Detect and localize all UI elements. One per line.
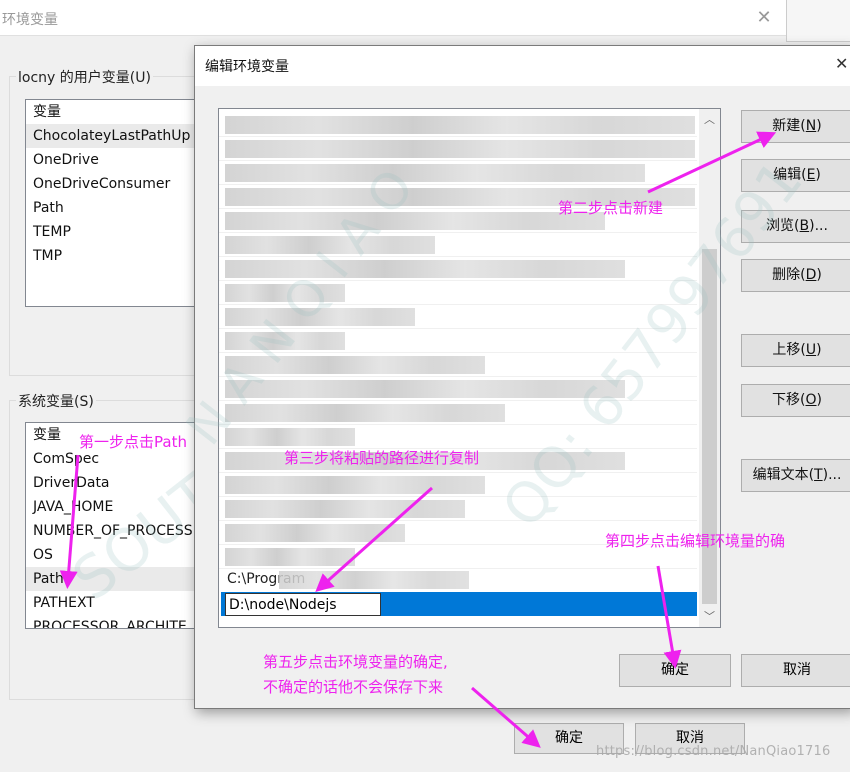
user-variables-label: locny 的用户变量(U): [16, 67, 153, 87]
path-entry[interactable]: [219, 257, 697, 281]
edit-environment-variable-dialog: 编辑环境变量 ✕ C:\Program ︿ ﹀ 新建(N) 编辑(E): [194, 45, 850, 709]
list-item[interactable]: TMP: [26, 244, 204, 268]
new-button[interactable]: 新建(N): [741, 110, 850, 143]
path-entry[interactable]: [219, 353, 697, 377]
annotation-step3: 第三步将粘贴的路径进行复制: [284, 449, 480, 467]
list-item[interactable]: PROCESSOR_ARCHITE: [26, 615, 204, 628]
path-entry[interactable]: [219, 425, 697, 449]
dialog-cancel-button[interactable]: 取消: [741, 654, 850, 687]
annotation-step5-line1: 第五步点击环境变量的确定,: [263, 653, 448, 671]
background-window-edge: [786, 0, 850, 42]
csdn-watermark: https://blog.csdn.net/NanQiao1716: [596, 744, 831, 759]
edit-text-button[interactable]: 编辑文本(T)...: [741, 459, 850, 492]
path-entry[interactable]: [219, 329, 697, 353]
list-item[interactable]: DriverData: [26, 471, 204, 495]
scroll-up-icon[interactable]: ︿: [699, 111, 720, 128]
close-icon[interactable]: ✕: [835, 54, 848, 73]
path-entry[interactable]: [219, 497, 697, 521]
path-entry[interactable]: [219, 233, 697, 257]
list-header[interactable]: 变量: [26, 100, 204, 124]
move-down-button[interactable]: 下移(O): [741, 384, 850, 417]
list-item[interactable]: OS: [26, 543, 204, 567]
annotation-step1: 第一步点击Path: [79, 433, 187, 451]
path-edit-input[interactable]: [225, 593, 381, 616]
list-item[interactable]: NUMBER_OF_PROCESS: [26, 519, 204, 543]
blurred-text: [279, 571, 469, 589]
path-entry[interactable]: [219, 473, 697, 497]
list-item[interactable]: OneDrive: [26, 148, 204, 172]
path-entry[interactable]: [219, 113, 697, 137]
annotation-step2: 第二步点击新建: [558, 199, 664, 217]
path-entry[interactable]: [219, 401, 697, 425]
dialog-title: 编辑环境变量: [205, 59, 289, 75]
list-item[interactable]: ChocolateyLastPathUp: [26, 124, 204, 148]
close-icon[interactable]: ✕: [754, 8, 774, 28]
list-item-path-selected[interactable]: Path: [26, 567, 204, 591]
scroll-down-icon[interactable]: ﹀: [699, 608, 720, 625]
list-item[interactable]: PATHEXT: [26, 591, 204, 615]
window-title: 环境变量: [2, 12, 58, 28]
list-item[interactable]: OneDriveConsumer: [26, 172, 204, 196]
path-entry[interactable]: [219, 305, 697, 329]
title-bar: 环境变量 ✕: [0, 0, 786, 36]
dialog-ok-button[interactable]: 确定: [619, 654, 731, 687]
delete-button[interactable]: 删除(D): [741, 259, 850, 292]
path-entry[interactable]: [219, 281, 697, 305]
path-entry[interactable]: [219, 137, 697, 161]
move-up-button[interactable]: 上移(U): [741, 334, 850, 367]
path-entry[interactable]: [219, 377, 697, 401]
annotation-step5-line2: 不确定的话他不会保存下来: [263, 678, 444, 696]
list-item[interactable]: TEMP: [26, 220, 204, 244]
dialog-title-bar: 编辑环境变量 ✕: [195, 46, 850, 86]
annotation-step4: 第四步点击编辑环境量的确: [605, 532, 786, 550]
system-variables-label: 系统变量(S): [16, 391, 96, 411]
user-variables-list[interactable]: 变量 ChocolateyLastPathUp OneDrive OneDriv…: [25, 99, 205, 307]
list-item[interactable]: JAVA_HOME: [26, 495, 204, 519]
system-variables-list[interactable]: 变量 ComSpec DriverData JAVA_HOME NUMBER_O…: [25, 422, 205, 629]
edit-button[interactable]: 编辑(E): [741, 159, 850, 192]
path-entry[interactable]: [219, 161, 697, 185]
browse-button[interactable]: 浏览(B)...: [741, 210, 850, 243]
list-item[interactable]: Path: [26, 196, 204, 220]
